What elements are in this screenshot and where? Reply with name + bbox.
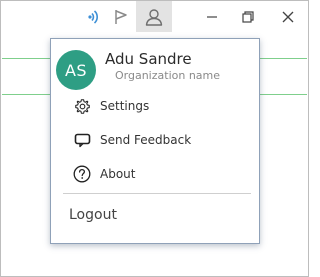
close-button[interactable] xyxy=(273,1,303,33)
wifi-signal-icon xyxy=(88,10,99,24)
logout-button[interactable]: Logout xyxy=(69,207,117,223)
restore-button[interactable] xyxy=(233,1,263,33)
minimize-button[interactable] xyxy=(197,1,227,33)
flag-icon xyxy=(115,10,127,24)
flag-button[interactable] xyxy=(109,1,133,33)
help-icon xyxy=(73,165,91,183)
menu-divider xyxy=(63,193,251,194)
menu-item-label: Settings xyxy=(100,99,150,113)
account-button[interactable] xyxy=(136,1,172,32)
menu-item-label: Send Feedback xyxy=(100,133,192,147)
minimize-icon xyxy=(207,16,217,18)
menu-item-about[interactable]: About xyxy=(73,163,243,185)
user-account-icon xyxy=(145,8,163,26)
close-icon xyxy=(282,11,294,23)
menu-item-send-feedback[interactable]: Send Feedback xyxy=(73,129,243,151)
feedback-icon xyxy=(73,131,91,149)
menu-item-settings[interactable]: Settings xyxy=(73,95,243,117)
menu-item-label: About xyxy=(100,167,136,181)
wifi-signal-button[interactable] xyxy=(81,1,105,33)
gear-icon xyxy=(73,97,91,115)
restore-icon xyxy=(242,11,254,23)
avatar: AS xyxy=(56,50,96,90)
organization-name: Organization name xyxy=(115,69,221,82)
user-name: Adu Sandre xyxy=(105,50,192,68)
account-menu: AS Adu Sandre Organization name Settings… xyxy=(50,38,260,244)
app-window: AS Adu Sandre Organization name Settings… xyxy=(0,0,309,277)
